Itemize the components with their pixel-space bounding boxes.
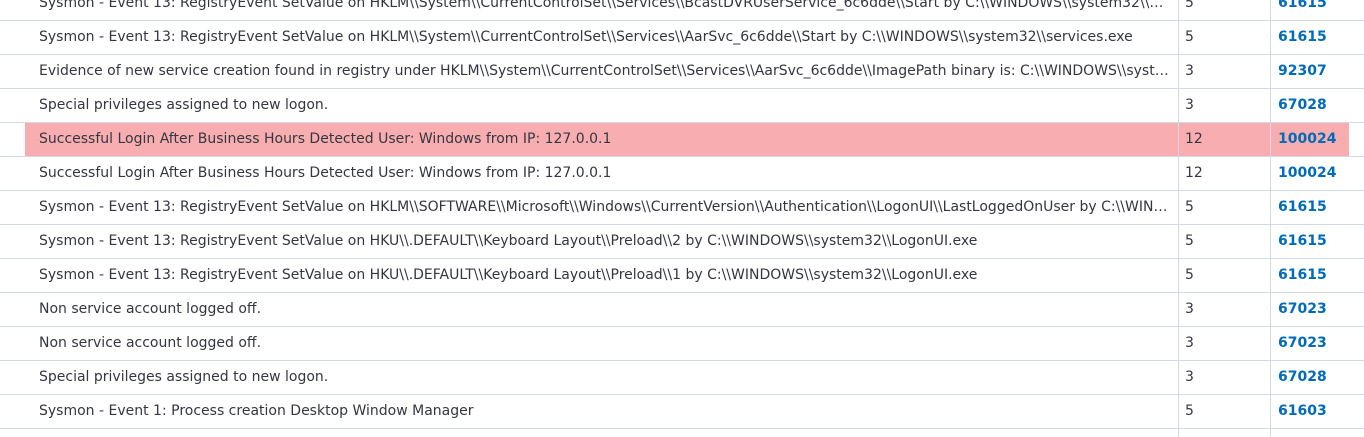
table-row[interactable]: Special privileges assigned to new logon…	[0, 361, 1364, 395]
table-row[interactable]: Non service account logged off. 3 67023	[0, 327, 1364, 361]
rule-id-link[interactable]: 67023	[1278, 327, 1358, 360]
rule-level: 5	[1185, 233, 1194, 249]
rule-id-link[interactable]: 100024	[1278, 157, 1358, 190]
rule-level: 3	[1185, 369, 1194, 385]
table-row-highlighted[interactable]: Successful Login After Business Hours De…	[0, 123, 1364, 157]
table-row[interactable]: Sysmon - Event 13: RegistryEvent SetValu…	[0, 0, 1364, 21]
rule-description: Sysmon - Event 13: RegistryEvent SetValu…	[39, 267, 978, 283]
rule-description: Successful Login After Business Hours De…	[39, 165, 612, 181]
rule-id-link[interactable]: 100024	[1278, 123, 1358, 156]
rule-description: Special privileges assigned to new logon…	[39, 97, 329, 113]
rule-id-link[interactable]: 61603	[1278, 395, 1358, 428]
rule-id-link[interactable]: 61615	[1278, 225, 1358, 258]
table-row[interactable]: Sysmon - Event 13: RegistryEvent SetValu…	[0, 21, 1364, 55]
rule-id-link[interactable]: 61615	[1278, 21, 1358, 54]
rule-description: Evidence of new service creation found i…	[39, 63, 1169, 79]
table-row[interactable]: Successful Login After Business Hours De…	[0, 157, 1364, 191]
rule-description: Sysmon - Event 13: RegistryEvent SetValu…	[39, 199, 1169, 215]
rule-level: 12	[1185, 165, 1203, 181]
rule-level: 3	[1185, 335, 1194, 351]
rule-id-link[interactable]: 67028	[1278, 89, 1358, 122]
rule-level: 5	[1185, 403, 1194, 419]
rule-id-link[interactable]: 61615	[1278, 259, 1358, 292]
table-row[interactable]: Sysmon - Event 13: RegistryEvent SetValu…	[0, 259, 1364, 293]
table-row[interactable]: Non service account logged off. 3 67023	[0, 293, 1364, 327]
rule-id-link[interactable]: 92307	[1278, 55, 1358, 88]
alerts-table: Sysmon - Event 13: RegistryEvent SetValu…	[0, 0, 1364, 437]
rule-id-link[interactable]: 61615	[1278, 0, 1358, 20]
rule-id-link[interactable]: 61615	[1278, 191, 1358, 224]
rule-description: Special privileges assigned to new logon…	[39, 369, 329, 385]
rule-description: Sysmon - Event 13: RegistryEvent SetValu…	[39, 233, 978, 249]
rule-id-link[interactable]: 67023	[1278, 293, 1358, 326]
rule-level: 3	[1185, 63, 1194, 79]
rule-level: 3	[1185, 301, 1194, 317]
table-row[interactable]: Sysmon - Event 13: RegistryEvent SetValu…	[0, 225, 1364, 259]
table-row[interactable]: Evidence of new service creation found i…	[0, 55, 1364, 89]
rule-description: Non service account logged off.	[39, 301, 262, 317]
rule-id-link[interactable]: 67028	[1278, 361, 1358, 394]
rule-level: 5	[1185, 199, 1194, 215]
table-row[interactable]: Sysmon - Event 1: Process creation Deskt…	[0, 395, 1364, 429]
rule-description: Sysmon - Event 13: RegistryEvent SetValu…	[39, 29, 1133, 45]
rule-level: 3	[1185, 97, 1194, 113]
rule-level: 5	[1185, 0, 1194, 11]
rule-description: Sysmon - Event 13: RegistryEvent SetValu…	[39, 0, 1169, 11]
table-row[interactable]: Sysmon - Event 13: RegistryEvent SetValu…	[0, 191, 1364, 225]
rule-description: Successful Login After Business Hours De…	[39, 131, 612, 147]
rule-level: 5	[1185, 267, 1194, 283]
rule-description: Non service account logged off.	[39, 335, 262, 351]
rule-level: 5	[1185, 29, 1194, 45]
rule-level: 12	[1185, 131, 1203, 147]
table-row[interactable]: Special privileges assigned to new logon…	[0, 89, 1364, 123]
rule-description: Sysmon - Event 1: Process creation Deskt…	[39, 403, 474, 419]
